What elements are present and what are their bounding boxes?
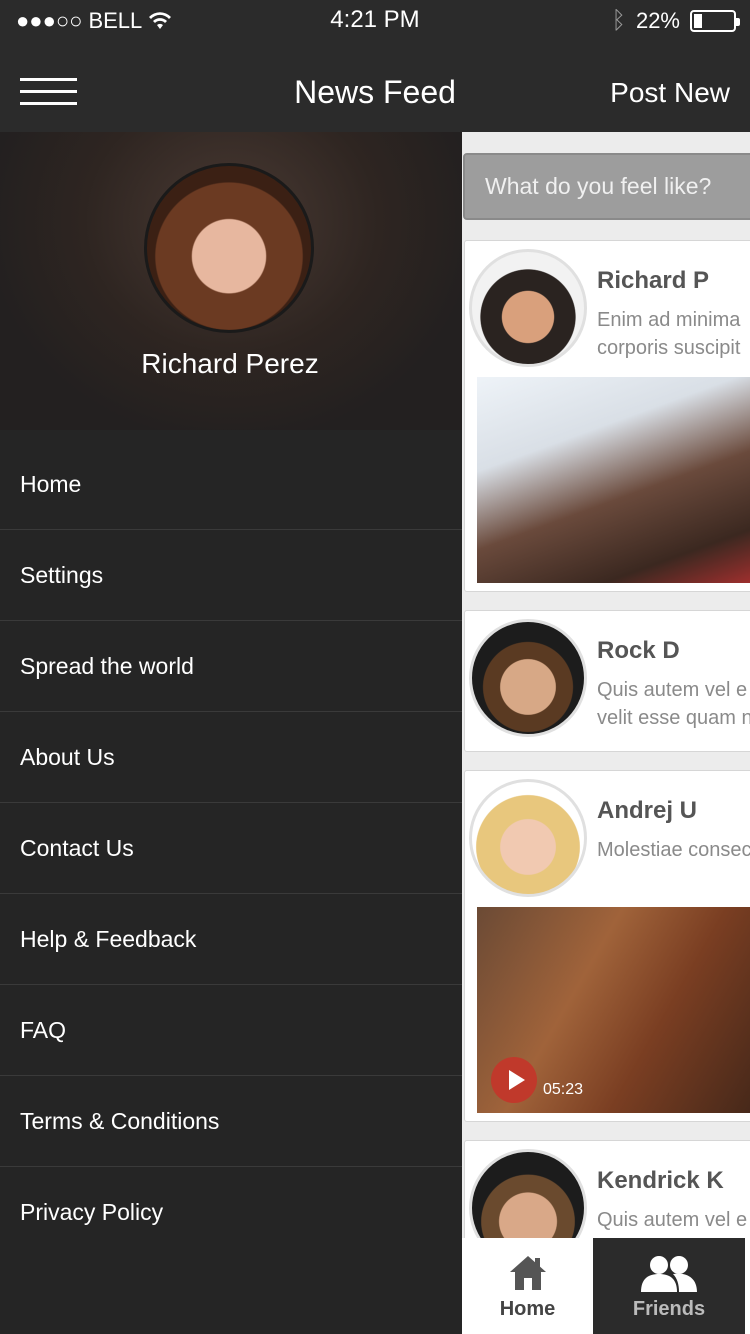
tab-friends-label: Friends — [632, 1298, 706, 1320]
side-drawer: Richard Perez Home Settings Spread the w… — [0, 132, 462, 1334]
menu-item-about-us[interactable]: About Us — [0, 712, 462, 803]
friends-icon — [641, 1256, 697, 1292]
tab-home-label: Home — [499, 1298, 556, 1320]
feed-post[interactable]: Richard P Enim ad minima corporis suscip… — [464, 240, 750, 592]
menu-item-privacy-policy[interactable]: Privacy Policy — [0, 1167, 462, 1258]
menu-item-settings[interactable]: Settings — [0, 530, 462, 621]
avatar[interactable] — [144, 163, 314, 333]
post-text-line: Molestiae consec — [597, 839, 750, 861]
news-feed-panel: What do you feel like? Richard P Enim ad… — [462, 132, 750, 1238]
post-author[interactable]: Andrej U — [597, 797, 697, 825]
profile-header: Richard Perez — [0, 132, 462, 430]
menu-item-spread-the-world[interactable]: Spread the world — [0, 621, 462, 712]
post-text-line: corporis suscipit — [597, 337, 741, 359]
menu-item-terms-conditions[interactable]: Terms & Conditions — [0, 1076, 462, 1167]
post-avatar[interactable] — [469, 249, 587, 367]
feed-post[interactable]: Rock D Quis autem vel e velit esse quam … — [464, 610, 750, 752]
post-avatar[interactable] — [469, 619, 587, 737]
battery-icon — [690, 10, 740, 32]
feed-post[interactable]: Kendrick K Quis autem vel e — [464, 1140, 750, 1238]
menu-item-faq[interactable]: FAQ — [0, 985, 462, 1076]
video-duration: 05:23 — [543, 1081, 584, 1098]
bluetooth-icon: ᛒ — [611, 7, 626, 34]
post-video[interactable]: 05:23 — [477, 907, 750, 1113]
menu-item-home[interactable]: Home — [0, 430, 462, 530]
post-new-button[interactable]: Post New — [610, 77, 730, 109]
nav-bar: News Feed Post New — [0, 42, 750, 132]
post-author[interactable]: Kendrick K — [597, 1167, 724, 1195]
battery-percent: 22% — [635, 8, 680, 33]
post-text-line: Quis autem vel e — [597, 1209, 748, 1231]
tab-friends[interactable]: Friends — [593, 1238, 745, 1334]
post-image[interactable] — [477, 377, 750, 583]
menu-item-contact-us[interactable]: Contact Us — [0, 803, 462, 894]
drawer-menu: Home Settings Spread the world About Us … — [0, 430, 462, 1258]
profile-name: Richard Perez — [141, 348, 319, 379]
home-icon — [509, 1256, 546, 1290]
status-input[interactable]: What do you feel like? — [463, 153, 750, 220]
play-icon[interactable] — [491, 1057, 537, 1103]
post-text-line: Enim ad minima — [597, 309, 741, 331]
post-avatar[interactable] — [469, 1149, 587, 1238]
feed-post[interactable]: Andrej U Molestiae consec 05:23 — [464, 770, 750, 1122]
menu-item-help-feedback[interactable]: Help & Feedback — [0, 894, 462, 985]
post-author[interactable]: Rock D — [597, 637, 680, 665]
status-bar: ●●●○○ BELL 4:21 PM ᛒ 22% — [0, 0, 750, 42]
post-author[interactable]: Richard P — [597, 267, 709, 295]
post-avatar[interactable] — [469, 779, 587, 897]
post-text-line: Quis autem vel e — [597, 679, 748, 701]
tab-home[interactable]: Home — [462, 1238, 593, 1334]
tab-bar: Home Friends — [462, 1238, 750, 1334]
post-text-line: velit esse quam n — [597, 707, 750, 729]
